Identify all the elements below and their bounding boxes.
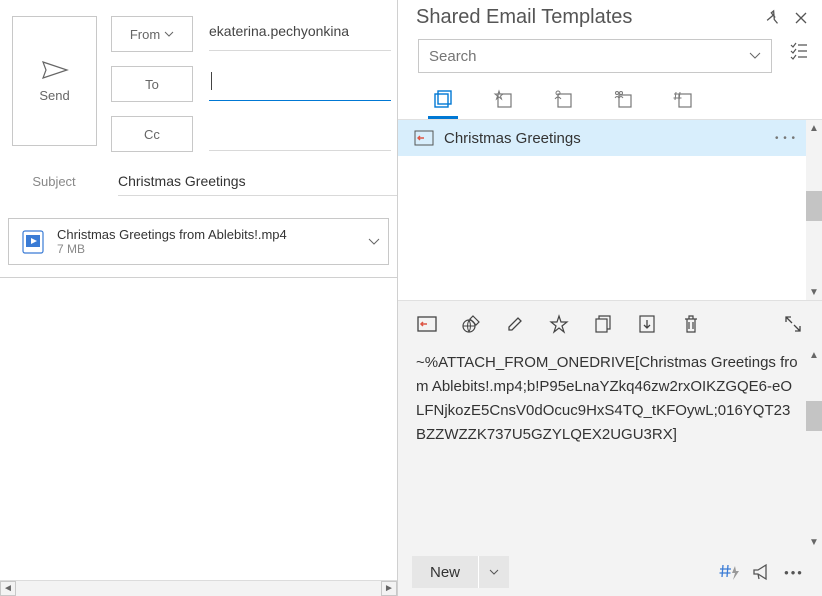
to-button[interactable]: To [111,66,193,102]
send-button[interactable]: Send [12,16,97,146]
vertical-scrollbar[interactable]: ▲ ▼ [806,120,822,300]
scroll-thumb[interactable] [806,401,822,431]
send-label: Send [39,88,69,103]
video-file-icon [19,228,47,256]
attachment-chip[interactable]: Christmas Greetings from Ablebits!.mp4 7… [8,218,389,265]
chevron-down-icon [489,569,499,575]
tab-favorites[interactable] [488,87,518,119]
edit-button[interactable] [502,311,528,337]
scroll-left-button[interactable]: ◄ [0,581,16,596]
close-icon[interactable] [790,7,812,29]
favorite-button[interactable] [546,311,572,337]
delete-button[interactable] [678,311,704,337]
person-template-icon [552,88,574,110]
send-icon [41,60,69,80]
compose-body[interactable] [0,277,397,580]
import-button[interactable] [634,311,660,337]
scroll-right-button[interactable]: ► [381,581,397,596]
chevron-down-icon[interactable] [368,238,380,246]
more-icon[interactable]: ••• [780,558,808,586]
template-item[interactable]: Christmas Greetings • • • [398,120,806,156]
new-button-dropdown[interactable] [479,556,509,588]
subject-label: Subject [6,174,102,189]
tab-all-templates[interactable] [428,87,458,119]
search-input[interactable] [418,39,772,73]
hash-template-icon [672,88,694,110]
scroll-down-button[interactable]: ▼ [806,534,822,550]
tab-tags[interactable] [668,87,698,119]
people-template-icon [612,88,634,110]
insert-template-button[interactable] [414,311,440,337]
scroll-thumb[interactable] [806,191,822,221]
more-icon[interactable]: • • • [775,133,796,144]
new-button[interactable]: New [412,556,509,588]
hash-lightning-icon[interactable] [716,558,744,586]
editor-toolbar [398,301,822,347]
pin-icon[interactable] [762,7,784,29]
star-template-icon [492,88,514,110]
new-button-label[interactable]: New [412,556,479,588]
web-edit-button[interactable] [458,311,484,337]
vertical-scrollbar[interactable]: ▲ ▼ [806,347,822,550]
expand-button[interactable] [780,311,806,337]
chevron-down-icon[interactable] [749,52,761,60]
copy-button[interactable] [590,311,616,337]
template-content[interactable]: ~%ATTACH_FROM_ONEDRIVE[Christmas Greetin… [398,347,806,550]
announce-icon[interactable] [748,558,776,586]
subject-field[interactable]: Christmas Greetings [118,167,397,196]
template-insert-icon [414,130,434,146]
to-field[interactable] [212,73,381,89]
attachment-name: Christmas Greetings from Ablebits!.mp4 [57,227,358,242]
scroll-up-button[interactable]: ▲ [806,120,822,136]
cc-button[interactable]: Cc [111,116,193,152]
panel-title: Shared Email Templates [416,6,756,29]
attachment-size: 7 MB [57,242,358,256]
search-field[interactable] [429,48,749,65]
scroll-up-button[interactable]: ▲ [806,347,822,363]
cc-field[interactable] [209,123,381,139]
chevron-down-icon [164,31,174,37]
tab-shared[interactable] [548,87,578,119]
tab-team[interactable] [608,87,638,119]
template-name: Christmas Greetings [444,130,765,147]
scroll-down-button[interactable]: ▼ [806,284,822,300]
compose-pane: Send From To Cc [0,0,398,596]
from-button[interactable]: From [111,16,193,52]
horizontal-scrollbar[interactable]: ◄ ► [0,580,397,596]
checklist-icon[interactable] [788,39,810,61]
templates-panel: Shared Email Templates [398,0,822,596]
templates-icon [432,88,454,110]
from-field[interactable] [209,23,381,39]
